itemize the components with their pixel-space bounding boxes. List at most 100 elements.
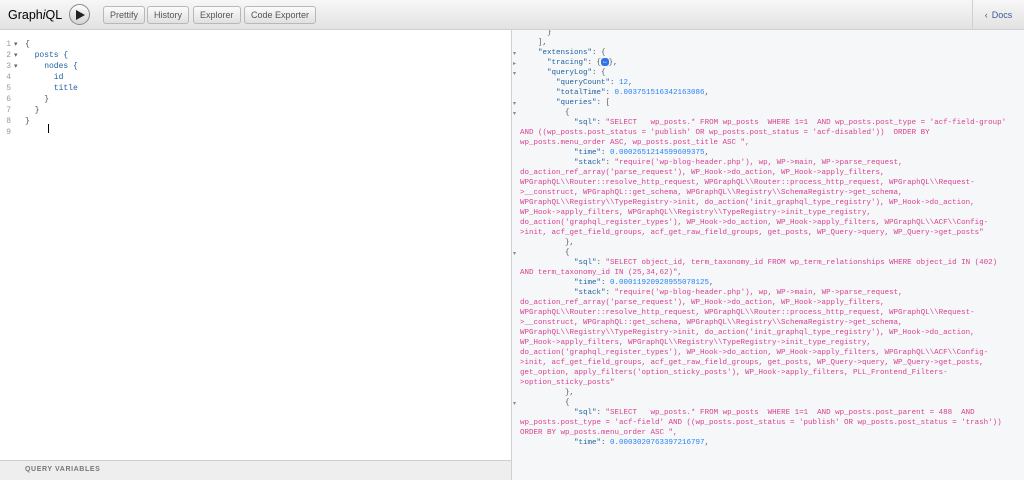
json-string: "require('wp-blog-header.php'), wp, WP->… xyxy=(614,289,903,297)
chevron-left-icon: ‹ xyxy=(984,10,988,20)
query-variables-bar[interactable]: QUERY VARIABLES xyxy=(0,460,511,480)
json-string: >init, acf_get_field_groups, acf_get_raw… xyxy=(520,229,984,237)
code-line: id xyxy=(25,73,64,82)
code-line: } xyxy=(25,117,30,126)
json-key: "sql" xyxy=(574,409,597,417)
explorer-button[interactable]: Explorer xyxy=(193,6,241,24)
brace: }, xyxy=(565,239,575,247)
json-string: >init, acf_get_field_groups, acf_get_raw… xyxy=(520,359,984,367)
fold-arrow-icon[interactable]: ▾ xyxy=(14,40,18,48)
prettify-button[interactable]: Prettify xyxy=(103,6,146,24)
code-line: } xyxy=(25,106,40,115)
text-cursor xyxy=(48,124,49,133)
query-variables-label: QUERY VARIABLES xyxy=(25,466,101,473)
result-line: { xyxy=(520,249,570,257)
code-exporter-button[interactable]: Code Exporter xyxy=(244,6,317,24)
line-number: 7 xyxy=(6,106,11,115)
result-line: }, xyxy=(520,238,1024,248)
line-number: 9 xyxy=(6,128,11,137)
json-string: WP_Hook->apply_filters, WPGraphQL\\Regis… xyxy=(520,209,872,217)
fold-arrow-icon[interactable]: ▾ xyxy=(513,110,516,117)
title-prefix: Graph xyxy=(8,8,43,22)
json-key: "time" xyxy=(574,439,602,447)
json-string: do_action('graphql_register_types'), WP_… xyxy=(520,349,989,357)
execute-query-button[interactable] xyxy=(69,4,90,25)
json-key: "sql" xyxy=(574,259,597,267)
code-line: title xyxy=(25,84,78,93)
line-number: 5 xyxy=(6,84,11,93)
code-line: { xyxy=(25,40,30,49)
fold-arrow-icon[interactable]: ▾ xyxy=(513,100,516,107)
docs-button[interactable]: ‹ Docs xyxy=(972,0,1024,30)
result-line: ], xyxy=(520,39,548,47)
line-number: 4 xyxy=(6,73,11,82)
json-string: AND term_taxonomy_id IN (25,34,62)", xyxy=(520,269,683,277)
json-key: "queryLog" xyxy=(547,69,593,77)
json-string: wp_posts.menu_order ASC, wp_posts.post_t… xyxy=(520,139,750,147)
json-string: get_option, apply_filters('option_sticky… xyxy=(520,369,948,377)
json-key: "stack" xyxy=(574,159,606,167)
json-key: "time" xyxy=(574,279,602,287)
docs-label: Docs xyxy=(991,10,1013,20)
result-line: "sql": "SELECT object_id, term_taxonomy_… xyxy=(574,259,998,267)
fold-arrow-icon[interactable]: ▸ xyxy=(513,60,516,67)
line-number: 6 xyxy=(6,95,11,104)
fold-arrow-icon[interactable]: ▾ xyxy=(14,51,18,59)
json-string: "SELECT wp_posts.* FROM wp_posts WHERE 1… xyxy=(605,409,975,417)
result-line: "sql": "SELECT wp_posts.* FROM wp_posts … xyxy=(574,119,1007,127)
result-line: "time": 0.0003020763397216797, xyxy=(574,439,710,447)
json-key: "time" xyxy=(574,149,602,157)
history-button[interactable]: History xyxy=(147,6,190,24)
json-string: >__construct, WPGraphQL::get_schema, WPG… xyxy=(520,319,903,327)
json-string: wp_posts.post_type = 'acf-field' AND ((w… xyxy=(520,419,1002,427)
result-line: }, xyxy=(520,388,1024,398)
code-line: posts { xyxy=(25,51,69,60)
json-string: WPGraphQL\\Registry\\TypeRegistry->init,… xyxy=(520,329,975,337)
json-string: >option_sticky_posts" xyxy=(520,379,615,387)
fold-arrow-icon[interactable]: ▾ xyxy=(513,250,516,257)
result-line: "stack": "require('wp-blog-header.php'),… xyxy=(574,159,903,167)
json-string: do_action_ref_array('parse_request'), WP… xyxy=(520,169,885,177)
result-line: "stack": "require('wp-blog-header.php'),… xyxy=(574,289,903,297)
json-number: 12 xyxy=(619,79,629,87)
line-number: 3 xyxy=(6,62,11,71)
brace: }, xyxy=(565,389,575,397)
json-number: 0.003751516342163086 xyxy=(614,89,705,97)
json-string: WPGraphQL\\Registry\\TypeRegistry->init,… xyxy=(520,199,975,207)
toolbar: GraphiQL Prettify History Explorer Code … xyxy=(0,0,1024,30)
title-suffix: QL xyxy=(45,8,63,22)
json-key: "totalTime" xyxy=(556,89,606,97)
app-title: GraphiQL xyxy=(8,8,62,22)
json-key: "queries" xyxy=(556,99,597,107)
json-string: do_action_ref_array('parse_request'), WP… xyxy=(520,299,885,307)
json-string: WPGraphQL\\Router::resolve_http_request,… xyxy=(520,309,975,317)
fold-arrow-icon[interactable]: ▾ xyxy=(14,62,18,70)
collapsed-object-pill[interactable]: ↔ xyxy=(601,58,609,67)
fold-arrow-icon[interactable]: ▾ xyxy=(513,400,516,407)
fold-arrow-icon[interactable]: ▾ xyxy=(513,70,516,77)
json-string: "SELECT object_id, term_taxonomy_id FROM… xyxy=(605,259,998,267)
json-key: "extensions" xyxy=(538,49,593,57)
query-editor[interactable]: 1 2 3 4 5 6 7 8 9 ▾ ▾ ▾ { posts { nodes … xyxy=(0,30,511,460)
play-icon xyxy=(76,10,85,20)
result-pane: } ], ▾ "extensions": { ▸ "tracing": {↔},… xyxy=(512,30,1024,480)
code-line: nodes { xyxy=(25,62,78,71)
result-line: "time": 0.0002651214599609375, xyxy=(574,149,710,157)
json-string: AND ((wp_posts.post_status = 'publish' O… xyxy=(520,129,930,137)
json-string: do_action('graphql_register_types'), WP_… xyxy=(520,219,989,227)
fold-arrow-icon[interactable]: ▾ xyxy=(513,50,516,57)
json-string: WP_Hook->apply_filters, WPGraphQL\\Regis… xyxy=(520,339,872,347)
json-string: "SELECT wp_posts.* FROM wp_posts WHERE 1… xyxy=(605,119,1007,127)
json-string: WPGraphQL\\Router::resolve_http_request,… xyxy=(520,179,975,187)
line-number: 8 xyxy=(6,117,11,126)
json-key: "tracing" xyxy=(547,59,588,67)
result-line: "queryLog": { xyxy=(547,69,606,77)
result-line: "tracing": {↔}, xyxy=(547,58,618,67)
result-line: { xyxy=(520,109,570,117)
line-number: 1 xyxy=(6,40,11,49)
json-key: "stack" xyxy=(574,289,606,297)
result-line: "queryCount": 12, xyxy=(556,79,633,87)
json-number: 0.0002651214599609375 xyxy=(610,149,705,157)
result-line: "sql": "SELECT wp_posts.* FROM wp_posts … xyxy=(574,409,975,417)
json-number: 0.0003020763397216797 xyxy=(610,439,705,447)
